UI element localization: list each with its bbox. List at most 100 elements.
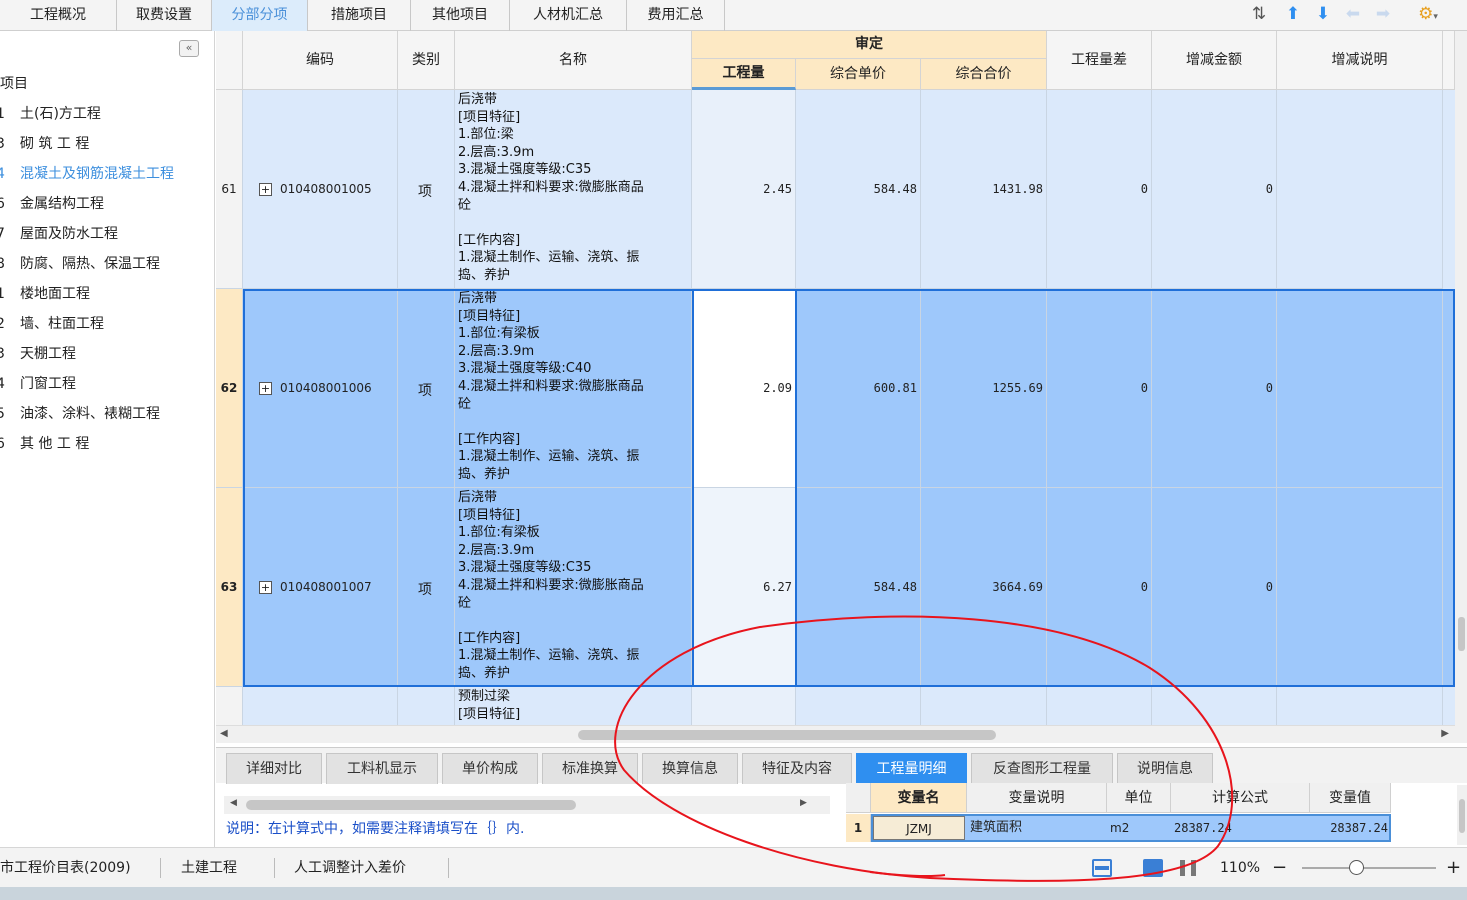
detail-scroll-thumb[interactable] bbox=[1459, 799, 1465, 833]
note-scroll-thumb[interactable] bbox=[246, 800, 576, 810]
layout-split-icon[interactable] bbox=[1143, 859, 1163, 877]
header-qty[interactable]: 工程量 bbox=[692, 59, 796, 90]
arrow-down-icon[interactable]: ⬇ bbox=[1312, 3, 1334, 25]
tree-item[interactable]: 1 楼地面工程 bbox=[0, 283, 90, 305]
layout-columns-icon[interactable] bbox=[1180, 860, 1196, 876]
tree-item-label: 楼地面工程 bbox=[20, 286, 90, 302]
detail-tab[interactable]: 反查图形工程量 bbox=[971, 753, 1113, 784]
cell-qty-diff[interactable] bbox=[1047, 687, 1152, 725]
table-row[interactable]: 61 +010408001005 项 后浇带 [项目特征] 1.部位:梁 2.层高:3… bbox=[216, 90, 1455, 289]
tree-item[interactable]: 4 门窗工程 bbox=[0, 373, 76, 395]
detail-vertical-scrollbar[interactable] bbox=[1457, 785, 1467, 845]
note-scrollbar[interactable]: ◀ ▶ bbox=[224, 796, 830, 814]
detail-tab[interactable]: 标准换算 bbox=[542, 753, 638, 784]
settings-icon[interactable]: ⚙▾ bbox=[1413, 3, 1443, 25]
zoom-slider[interactable] bbox=[1302, 867, 1436, 869]
tree-item[interactable]: 4 混凝土及钢筋混凝土工程 bbox=[0, 163, 174, 185]
header-name[interactable]: 名称 bbox=[455, 31, 692, 90]
detail-var-name-cell[interactable]: JZMJ bbox=[873, 816, 965, 840]
tree-item[interactable]: 1 土(石)方工程 bbox=[0, 103, 101, 125]
cell-unit-price[interactable] bbox=[796, 687, 921, 725]
detail-tab[interactable]: 说明信息 bbox=[1117, 753, 1213, 784]
status-discipline[interactable]: 土建工程 bbox=[181, 848, 237, 888]
scroll-right-icon[interactable]: ▶ bbox=[800, 798, 807, 808]
tab-other-items[interactable]: 其他项目 bbox=[411, 0, 510, 31]
zoom-slider-handle[interactable] bbox=[1349, 860, 1364, 875]
arrow-left-icon[interactable]: ⬅ bbox=[1342, 3, 1364, 25]
tab-labor-material-summary[interactable]: 人材机汇总 bbox=[510, 0, 627, 31]
detail-header-unit[interactable]: 单位 bbox=[1107, 783, 1171, 813]
top-tab-bar: 工程概况 取费设置 分部分项 措施项目 其他项目 人材机汇总 费用汇总 ⇅ ⬆ … bbox=[0, 0, 1467, 31]
scroll-left-icon[interactable]: ◀ bbox=[220, 728, 228, 739]
cell-qty[interactable] bbox=[692, 687, 796, 725]
tree-item-number: 5 bbox=[0, 406, 5, 422]
tree-item-label: 门窗工程 bbox=[20, 376, 76, 392]
zoom-out-icon[interactable]: − bbox=[1272, 848, 1287, 888]
detail-header-value[interactable]: 变量值 bbox=[1310, 783, 1391, 813]
detail-value-cell[interactable]: 28387.24 bbox=[1312, 814, 1388, 842]
tab-project-overview[interactable]: 工程概况 bbox=[0, 0, 117, 31]
cell-change-note[interactable] bbox=[1277, 687, 1443, 725]
horizontal-scroll-thumb[interactable] bbox=[578, 730, 996, 740]
detail-tab[interactable]: 详细对比 bbox=[226, 753, 322, 784]
detail-header-formula[interactable]: 计算公式 bbox=[1171, 783, 1310, 813]
status-labor-adjust[interactable]: 人工调整计入差价 bbox=[294, 848, 406, 888]
expand-icon[interactable]: + bbox=[259, 182, 272, 196]
selection-outline bbox=[243, 289, 1455, 687]
collapse-icon[interactable]: « bbox=[179, 40, 199, 57]
tree-item[interactable]: 3 砌 筑 工 程 bbox=[0, 133, 89, 155]
tree-item[interactable]: 5 油漆、涂料、裱糊工程 bbox=[0, 403, 160, 425]
arrow-right-icon[interactable]: ➡ bbox=[1372, 3, 1394, 25]
header-qty-diff[interactable]: 工程量差 bbox=[1047, 31, 1152, 90]
tree-item-label: 天棚工程 bbox=[20, 346, 76, 362]
header-total[interactable]: 综合合价 bbox=[921, 59, 1047, 90]
status-divider bbox=[448, 858, 449, 878]
row-number: 62 bbox=[220, 380, 238, 395]
detail-header-desc[interactable]: 变量说明 bbox=[967, 783, 1107, 813]
tree-item[interactable]: 6 其 他 工 程 bbox=[0, 433, 89, 455]
scroll-left-icon[interactable]: ◀ bbox=[230, 798, 237, 808]
tree-item[interactable]: 7 屋面及防水工程 bbox=[0, 223, 118, 245]
cell-code[interactable] bbox=[243, 687, 398, 725]
detail-formula-cell[interactable]: 28387.24 bbox=[1174, 814, 1308, 842]
header-unit-price[interactable]: 综合单价 bbox=[796, 59, 921, 90]
cell-total[interactable] bbox=[921, 687, 1047, 725]
tree-item-number: 4 bbox=[0, 166, 5, 182]
detail-tab[interactable]: 工料机显示 bbox=[326, 753, 438, 784]
tree-item[interactable]: 2 墙、柱面工程 bbox=[0, 313, 104, 335]
detail-tab[interactable]: 特征及内容 bbox=[742, 753, 852, 784]
tree-item[interactable]: 8 防腐、隔热、保温工程 bbox=[0, 253, 160, 275]
tree-item[interactable]: 6 金属结构工程 bbox=[0, 193, 104, 215]
tab-measures[interactable]: 措施项目 bbox=[308, 0, 411, 31]
cell-amount-change[interactable] bbox=[1152, 687, 1277, 725]
header-change-note[interactable]: 增减说明 bbox=[1277, 31, 1443, 90]
detail-header-var-name[interactable]: 变量名 bbox=[871, 783, 967, 813]
tab-sub-items[interactable]: 分部分项 bbox=[212, 0, 308, 31]
vertical-scrollbar[interactable] bbox=[1455, 31, 1467, 743]
arrow-up-icon[interactable]: ⬆ bbox=[1282, 3, 1304, 25]
detail-unit-cell[interactable]: m2 bbox=[1110, 814, 1170, 842]
tree-item[interactable]: 3 天棚工程 bbox=[0, 343, 76, 365]
layout-single-icon[interactable] bbox=[1092, 859, 1112, 877]
header-amount-change[interactable]: 增减金额 bbox=[1152, 31, 1277, 90]
header-filler bbox=[1443, 31, 1455, 90]
tab-cost-summary[interactable]: 费用汇总 bbox=[627, 0, 725, 31]
table-row[interactable]: 预制过梁 [项目特征] bbox=[216, 687, 1455, 725]
detail-tab[interactable]: 换算信息 bbox=[642, 753, 738, 784]
header-code[interactable]: 编码 bbox=[243, 31, 398, 90]
sort-icon[interactable]: ⇅ bbox=[1248, 3, 1270, 25]
detail-tab[interactable]: 工程量明细 bbox=[856, 753, 967, 784]
tree-item-label: 屋面及防水工程 bbox=[20, 226, 118, 242]
detail-desc-cell[interactable]: 建筑面积 bbox=[970, 814, 1105, 842]
header-type[interactable]: 类别 bbox=[398, 31, 455, 90]
vertical-scroll-thumb[interactable] bbox=[1458, 617, 1465, 651]
tab-fee-settings[interactable]: 取费设置 bbox=[117, 0, 212, 31]
cell-type[interactable] bbox=[398, 687, 455, 725]
scroll-right-icon[interactable]: ▶ bbox=[1441, 728, 1449, 739]
horizontal-scrollbar[interactable]: ◀ ▶ bbox=[216, 725, 1455, 743]
status-price-table[interactable]: 市工程价目表(2009) bbox=[0, 848, 131, 888]
zoom-in-icon[interactable]: + bbox=[1446, 848, 1461, 888]
cell-change-note[interactable] bbox=[1277, 90, 1443, 289]
tree-root[interactable]: 项目 bbox=[0, 73, 28, 95]
detail-tab[interactable]: 单价构成 bbox=[442, 753, 538, 784]
